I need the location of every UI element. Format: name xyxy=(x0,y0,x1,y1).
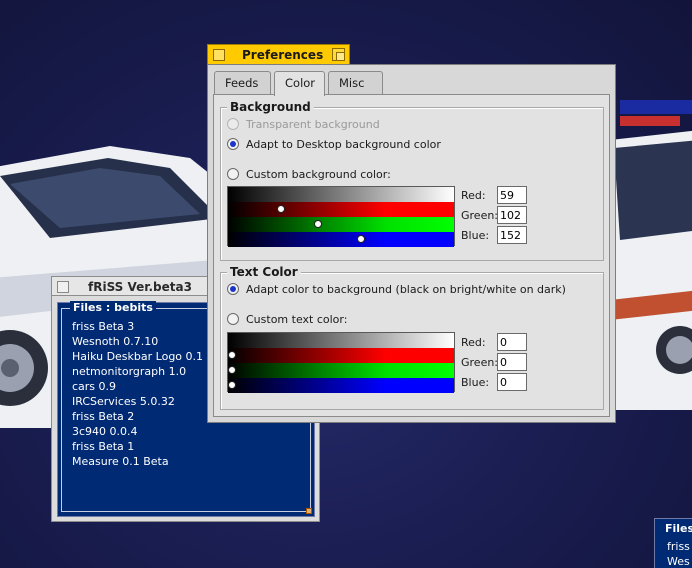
bg-red-input[interactable] xyxy=(497,186,527,204)
green-ramp[interactable] xyxy=(228,363,454,378)
blue-label: Blue: xyxy=(461,375,490,389)
red-slider-knob[interactable] xyxy=(277,205,285,213)
radio-button-icon xyxy=(227,118,239,130)
red-ramp[interactable] xyxy=(228,202,454,217)
bg-blue-row: Blue: xyxy=(461,226,527,244)
tab-misc[interactable]: Misc xyxy=(328,71,383,95)
files-box-label: Files xyxy=(665,522,692,535)
blue-ramp[interactable] xyxy=(228,378,454,393)
list-item[interactable]: Wesnoth 0.7.10 xyxy=(72,334,203,349)
second-friss-window: Files friss Wes xyxy=(654,518,692,568)
text-color-section-label: Text Color xyxy=(227,265,301,279)
list-item[interactable]: friss Beta 3 xyxy=(72,319,203,334)
list-item[interactable]: Measure 0.1 Beta xyxy=(72,454,203,469)
text-color-control[interactable] xyxy=(227,332,455,393)
color-tab-panel: Background Transparent background Adapt … xyxy=(213,94,610,417)
radio-button-icon xyxy=(227,283,239,295)
green-slider-knob[interactable] xyxy=(228,366,236,374)
adapt-desktop-background-radio[interactable]: Adapt to Desktop background color xyxy=(227,136,441,152)
text-blue-row: Blue: xyxy=(461,373,527,391)
radio-label: Transparent background xyxy=(246,117,380,131)
close-box-icon[interactable] xyxy=(213,49,225,61)
custom-background-color-radio[interactable]: Custom background color: xyxy=(227,166,391,182)
list-item[interactable]: Haiku Deskbar Logo 0.1 xyxy=(72,349,203,364)
text-red-input[interactable] xyxy=(497,333,527,351)
radio-label: Adapt color to background (black on brig… xyxy=(246,282,566,296)
adapt-text-color-radio[interactable]: Adapt color to background (black on brig… xyxy=(227,281,566,297)
radio-label: Custom background color: xyxy=(246,167,391,181)
tab-feeds[interactable]: Feeds xyxy=(214,71,271,95)
text-blue-input[interactable] xyxy=(497,373,527,391)
blue-label: Blue: xyxy=(461,228,490,242)
preferences-window: Preferences Feeds Color Misc Background … xyxy=(207,44,616,423)
green-label: Green: xyxy=(461,355,499,369)
bg-red-row: Red: xyxy=(461,186,527,204)
background-color-control[interactable] xyxy=(227,186,455,247)
list-item[interactable]: cars 0.9 xyxy=(72,379,203,394)
red-label: Red: xyxy=(461,188,486,202)
text-green-row: Green: xyxy=(461,353,527,371)
green-label: Green: xyxy=(461,208,499,222)
friss-window-tab[interactable]: fRiSS Ver.beta3 xyxy=(51,276,211,296)
window-title: fRiSS Ver.beta3 xyxy=(88,280,192,294)
blue-slider-knob[interactable] xyxy=(357,235,365,243)
red-ramp[interactable] xyxy=(228,348,454,363)
zoom-box-icon[interactable] xyxy=(332,48,345,61)
tab-color[interactable]: Color xyxy=(274,71,325,96)
blue-slider-knob[interactable] xyxy=(228,381,236,389)
text-color-section: Text Color Adapt color to background (bl… xyxy=(220,265,604,410)
list-item[interactable]: friss Beta 2 xyxy=(72,409,203,424)
green-slider-knob[interactable] xyxy=(314,220,322,228)
bg-green-row: Green: xyxy=(461,206,527,224)
preferences-window-tab[interactable]: Preferences xyxy=(207,44,350,65)
feed-item-list: friss Beta 3 Wesnoth 0.7.10 Haiku Deskba… xyxy=(72,319,203,469)
red-label: Red: xyxy=(461,335,486,349)
radio-button-icon xyxy=(227,313,239,325)
green-ramp[interactable] xyxy=(228,217,454,232)
transparent-background-radio[interactable]: Transparent background xyxy=(227,116,380,132)
list-item[interactable]: friss xyxy=(667,539,690,554)
radio-label: Custom text color: xyxy=(246,312,348,326)
close-box-icon[interactable] xyxy=(57,281,69,293)
files-box-label: Files : bebits xyxy=(70,301,156,314)
list-item[interactable]: IRCServices 5.0.32 xyxy=(72,394,203,409)
background-section: Background Transparent background Adapt … xyxy=(220,100,604,261)
background-section-label: Background xyxy=(227,100,314,114)
window-title: Preferences xyxy=(242,48,324,62)
radio-button-icon xyxy=(227,138,239,150)
resize-handle-icon[interactable] xyxy=(306,508,312,514)
red-slider-knob[interactable] xyxy=(228,351,236,359)
custom-text-color-radio[interactable]: Custom text color: xyxy=(227,311,347,327)
radio-button-icon xyxy=(227,168,239,180)
bg-blue-input[interactable] xyxy=(497,226,527,244)
radio-label: Adapt to Desktop background color xyxy=(246,137,441,151)
text-green-input[interactable] xyxy=(497,353,527,371)
blue-ramp[interactable] xyxy=(228,232,454,247)
feed-item-list: friss Wes xyxy=(667,539,690,568)
list-item[interactable]: friss Beta 1 xyxy=(72,439,203,454)
gray-ramp xyxy=(228,333,454,348)
list-item[interactable]: 3c940 0.0.4 xyxy=(72,424,203,439)
list-item[interactable]: netmonitorgraph 1.0 xyxy=(72,364,203,379)
list-item[interactable]: Wes xyxy=(667,554,690,568)
text-red-row: Red: xyxy=(461,333,527,351)
preferences-body: Feeds Color Misc Background Transparent … xyxy=(207,64,616,423)
bg-green-input[interactable] xyxy=(497,206,527,224)
gray-ramp xyxy=(228,187,454,202)
